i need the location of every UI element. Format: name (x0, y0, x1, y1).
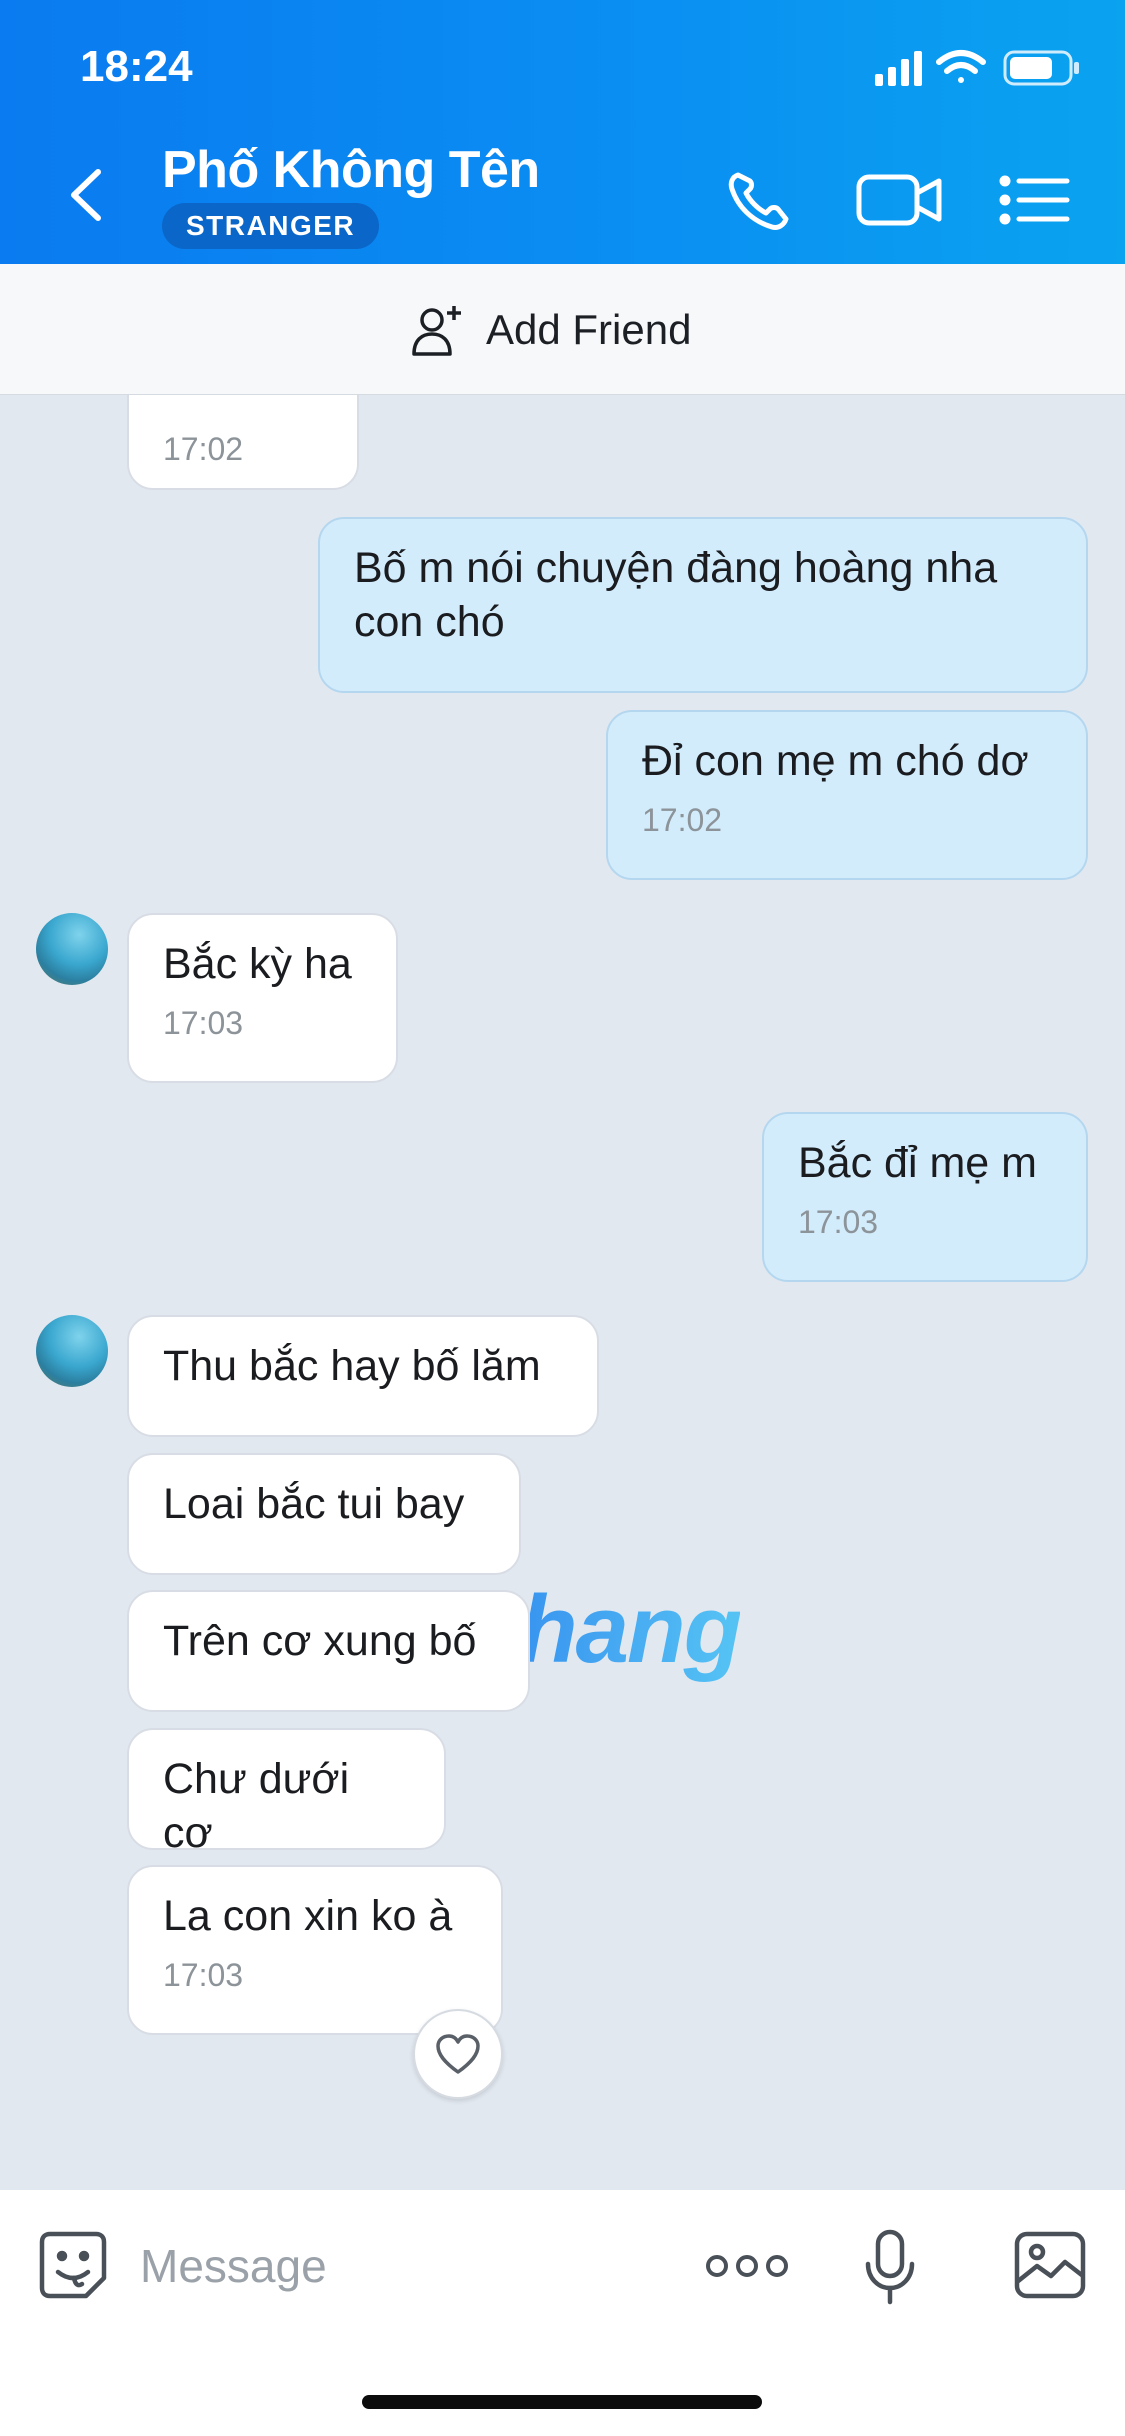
video-icon (856, 174, 942, 226)
message-bubble[interactable]: Bắc đỉ mẹ m 17:03 (762, 1112, 1088, 1282)
home-indicator (362, 2395, 762, 2409)
add-friend-bar[interactable]: Add Friend (0, 264, 1125, 395)
message-text: Trên cơ xung bố (163, 1617, 477, 1665)
contact-name[interactable]: Phố Không Tên (162, 140, 540, 200)
message-time: 17:02 (642, 802, 723, 838)
message-text: Thu bắc hay bố lăm (163, 1342, 541, 1390)
message-bubble[interactable]: Chư dưới cơ (127, 1728, 446, 1857)
image-button[interactable] (1013, 2230, 1087, 2300)
more-icon (706, 2255, 788, 2277)
message-text: Đỉ con mẹ m chó dơ (642, 737, 1029, 785)
video-call-button[interactable] (855, 165, 945, 235)
stranger-badge: STRANGER (162, 203, 380, 249)
message-bubble[interactable]: Bắc kỳ ha 17:03 (127, 913, 398, 1083)
message-bubble[interactable]: Trên cơ xung bố (127, 1590, 530, 1712)
signal-icon (875, 51, 922, 86)
microphone-icon (865, 2229, 915, 2305)
menu-button[interactable] (995, 165, 1075, 235)
message-bubble[interactable]: Thu bắc hay bố lăm (127, 1315, 599, 1437)
message-text: Chư dưới cơ (163, 1755, 350, 1857)
message-time: 17:02 (163, 431, 244, 467)
sticker-button[interactable] (36, 2228, 110, 2302)
message-text: Loai bắc tui bay (163, 1480, 465, 1528)
message-time: 17:03 (163, 1005, 244, 1041)
message-text: Bắc đỉ mẹ m (798, 1139, 1037, 1187)
chat-header: 18:24 Phố Không Tên STRANGER (0, 0, 1125, 264)
message-bubble[interactable]: Loai bắc tui bay (127, 1453, 521, 1575)
add-friend-label: Add Friend (486, 306, 692, 353)
status-time: 18:24 (80, 42, 193, 91)
avatar[interactable] (36, 913, 108, 985)
avatar[interactable] (36, 1315, 108, 1387)
list-menu-icon (999, 175, 1070, 225)
phone-icon (728, 172, 789, 230)
message-time: 17:03 (798, 1204, 879, 1240)
microphone-button[interactable] (862, 2228, 918, 2308)
add-friend-button[interactable]: Add Friend (410, 302, 691, 358)
react-heart-button[interactable] (413, 2009, 503, 2099)
chat-area[interactable]: 17:02 Bố m nói chuyện đàng hoàng nha con… (0, 395, 1125, 2190)
message-text: La con xin ko à (163, 1892, 453, 1940)
back-button[interactable] (58, 160, 118, 230)
message-bubble[interactable]: 17:02 (127, 395, 359, 490)
message-text: Bắc kỳ ha (163, 940, 352, 988)
message-time: 17:03 (163, 1957, 244, 1993)
add-person-icon (412, 306, 461, 356)
message-bubble[interactable]: Đỉ con mẹ m chó dơ 17:02 (606, 710, 1088, 880)
message-input-bar (0, 2190, 1125, 2436)
heart-icon (436, 2034, 480, 2074)
image-icon (1014, 2231, 1086, 2299)
more-button[interactable] (705, 2242, 789, 2290)
battery-icon (1003, 50, 1079, 86)
call-button[interactable] (720, 165, 800, 235)
message-text: Bố m nói chuyện đàng hoàng nha con chó (354, 544, 998, 646)
message-bubble[interactable]: Bố m nói chuyện đàng hoàng nha con chó (318, 517, 1088, 693)
message-input[interactable] (140, 2230, 660, 2302)
wifi-icon (936, 50, 986, 83)
sticker-icon (39, 2231, 107, 2299)
back-icon (71, 169, 101, 221)
status-icons (875, 50, 1079, 86)
